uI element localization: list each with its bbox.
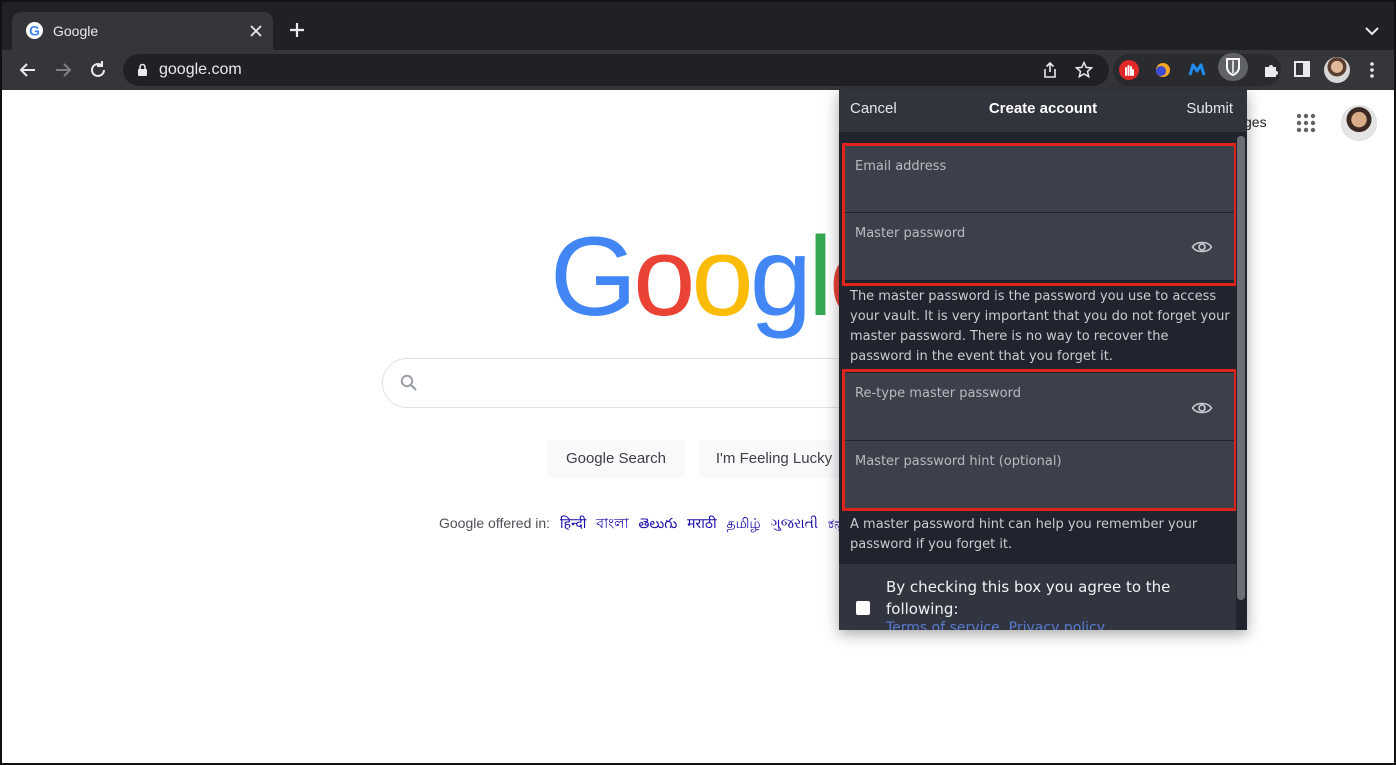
popup-header: Cancel Create account Submit: [839, 90, 1247, 132]
logo-letter: g: [749, 214, 812, 339]
language-link[interactable]: తెలుగు: [639, 515, 678, 531]
orange-extension-icon[interactable]: [1153, 60, 1173, 80]
hint-help: A master password hint can help you reme…: [850, 517, 1198, 552]
browser-tab[interactable]: G Google: [12, 12, 273, 50]
lock-icon[interactable]: [137, 63, 148, 77]
offered-label: Google offered in:: [439, 515, 551, 531]
back-arrow-icon[interactable]: [17, 59, 39, 81]
adblock-icon[interactable]: [1119, 60, 1139, 80]
tab-search-chevron-icon[interactable]: [1364, 24, 1380, 36]
tab-title: Google: [53, 23, 99, 39]
feeling-lucky-button[interactable]: I'm Feeling Lucky: [699, 440, 849, 478]
malwarebytes-icon[interactable]: [1187, 60, 1207, 80]
profile-avatar[interactable]: [1324, 57, 1350, 83]
scrollbar-thumb[interactable]: [1237, 136, 1245, 600]
tab-strip: G Google: [2, 2, 1394, 50]
star-icon[interactable]: [1074, 60, 1094, 79]
language-link[interactable]: मराठी: [687, 515, 716, 531]
agree-text: By checking this box you agree to the fo…: [886, 578, 1171, 618]
google-favicon-icon: G: [26, 22, 43, 39]
screenshot-frame: G Google google.com ges Googl Google Sea…: [0, 0, 1396, 765]
address-bar[interactable]: google.com: [123, 54, 1109, 86]
logo-letter: o: [633, 214, 695, 339]
highlight-box: [842, 143, 1237, 286]
logo-letter: G: [550, 214, 637, 339]
reload-icon[interactable]: [87, 59, 109, 81]
profile-avatar-large[interactable]: [1341, 105, 1377, 141]
terms-agreement: By checking this box you agree to the fo…: [839, 564, 1236, 630]
share-icon[interactable]: [1041, 61, 1059, 79]
images-link[interactable]: ges: [1244, 114, 1267, 130]
language-link[interactable]: বাংলা: [596, 515, 628, 531]
terms-links[interactable]: Terms of service, Privacy policy: [886, 620, 1105, 630]
master-password-help: The master password is the password you …: [850, 289, 1230, 364]
google-logo: Google: [550, 214, 891, 339]
puzzle-icon[interactable]: [1261, 60, 1281, 80]
logo-letter: o: [691, 214, 753, 339]
language-link[interactable]: ગુજરાતી: [771, 515, 818, 531]
browser-toolbar: google.com: [2, 50, 1394, 90]
google-search-button[interactable]: Google Search: [547, 440, 685, 478]
bitwarden-popup: Cancel Create account Submit Email addre…: [839, 90, 1247, 630]
google-apps-icon[interactable]: [1295, 112, 1317, 134]
bitwarden-shield-icon[interactable]: [1218, 53, 1248, 81]
url-text[interactable]: google.com: [159, 61, 242, 79]
highlight-box: [842, 369, 1237, 511]
agree-checkbox[interactable]: [856, 601, 870, 615]
search-icon: [400, 374, 418, 392]
new-tab-icon[interactable]: [287, 20, 307, 40]
extension-tray: [1113, 54, 1281, 86]
svg-text:G: G: [29, 23, 40, 39]
language-link[interactable]: தமிழ்: [726, 515, 760, 531]
forward-arrow-icon[interactable]: [52, 59, 74, 81]
submit-button[interactable]: Submit: [1186, 100, 1233, 117]
kebab-menu-icon[interactable]: [1362, 60, 1382, 80]
logo-letter: l: [808, 214, 833, 339]
language-offer: Google offered in: हिन्दी বাংলা తెలుగు म…: [439, 512, 844, 536]
tab-close-icon[interactable]: [248, 23, 264, 39]
side-panel-icon[interactable]: [1293, 60, 1311, 78]
language-link[interactable]: हिन्दी: [560, 515, 586, 531]
